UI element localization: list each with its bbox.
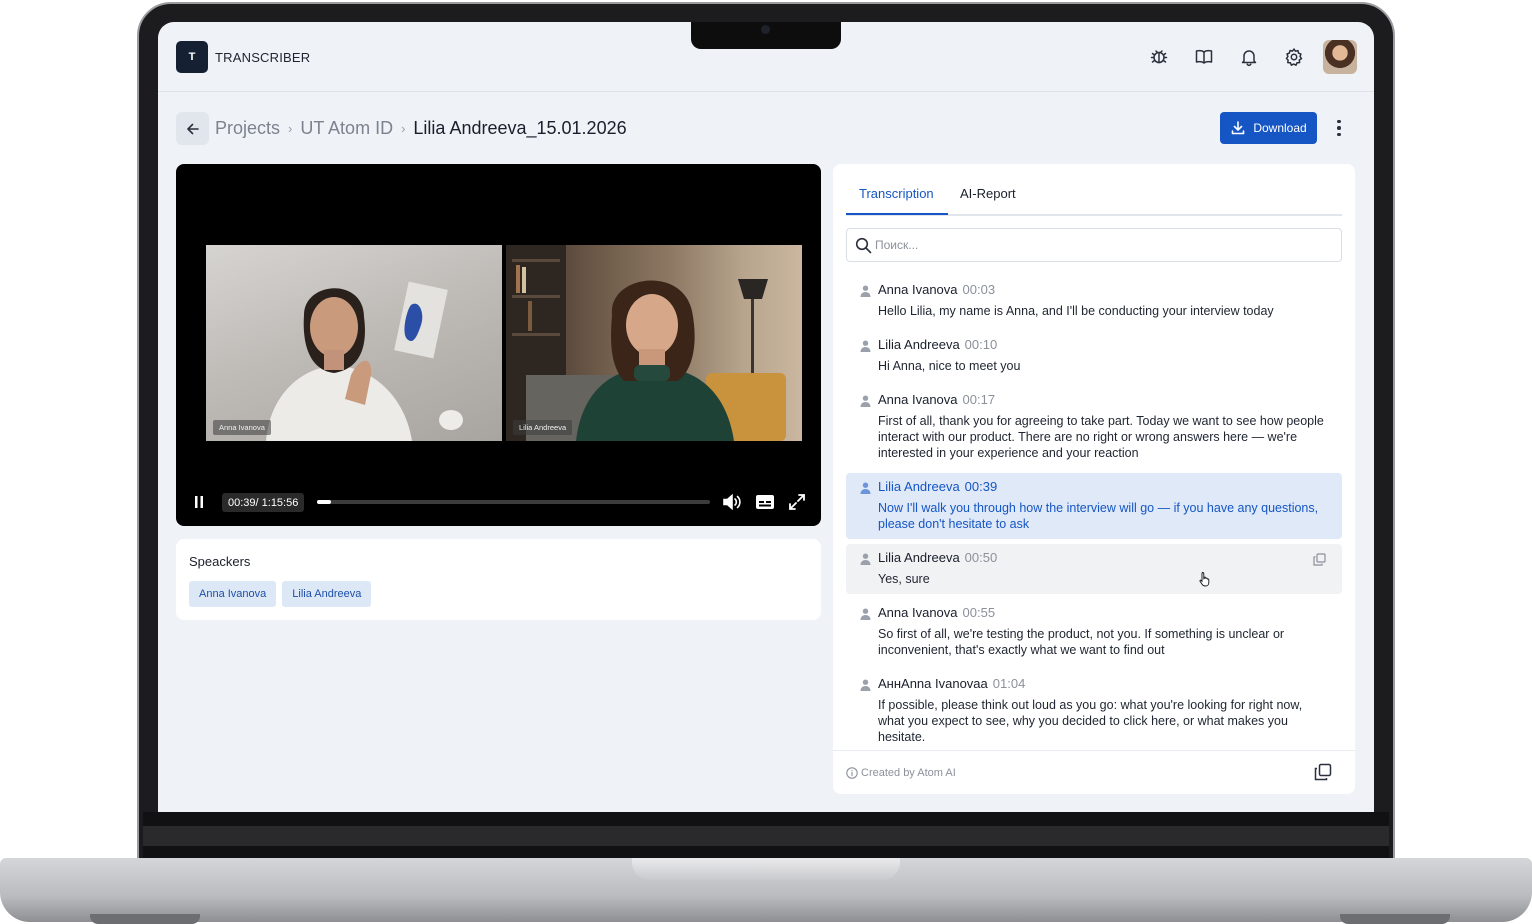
app-name: TRANSCRIBER [215,50,311,65]
panel-footer: Created by Atom AI [833,750,1355,794]
video-tile-lilia: Lilia Andreeva [506,245,802,441]
participant-image [506,245,786,441]
chevron-right-icon: › [401,121,406,136]
speakers-card: Speackers Anna Ivanova Lilia Andreeva [176,539,821,620]
fullscreen-icon[interactable] [786,491,808,513]
user-icon [860,553,871,565]
user-icon [860,679,871,691]
timestamp[interactable]: 00:39 [965,479,998,494]
download-button[interactable]: Download [1220,112,1317,144]
breadcrumb-projects[interactable]: Projects [215,118,280,139]
speaker-name: Lilia Andreeva [878,479,960,494]
utterance-text: Now I'll walk you through how the interv… [878,501,1319,531]
transcript-panel: Transcription AI-Report Anna Ivanova 00:0… [833,164,1355,794]
video-tile-anna: Anna Ivanova [206,245,502,441]
back-button[interactable] [176,112,209,145]
user-avatar[interactable] [1323,40,1357,74]
user-icon [860,285,871,297]
utterance-text: So first of all, we're testing the produ… [878,627,1285,657]
more-menu-icon[interactable] [1330,116,1348,140]
utterance-text: If possible, please think out loud as yo… [878,698,1303,744]
volume-icon[interactable] [721,491,743,513]
search-field [846,228,1342,262]
pause-icon[interactable] [190,492,208,512]
transcript-entry[interactable]: Anna Ivanova 00:03 Hello Lilia, my name i… [846,276,1342,326]
subtitles-icon[interactable] [754,491,776,513]
progress-bar[interactable] [317,500,710,504]
utterance-text: First of all, thank you for agreeing to … [878,414,1324,460]
participant-image [266,281,463,441]
participant-label: Anna Ivanova [213,420,271,435]
page-title: Lilia Andreeva_15.01.2026 [413,118,627,138]
transcript-list: Anna Ivanova 00:03 Hello Lilia, my name i… [846,276,1342,757]
user-icon [860,340,871,352]
transcript-entry[interactable]: Lilia Andreeva 00:10 Hi Anna, nice to mee… [846,331,1342,381]
video-player[interactable]: Anna Ivanova Lilia Andreeva 00:39/ 1:15:… [176,164,821,526]
download-icon [1232,121,1245,135]
speaker-name: Anna Ivanova [878,282,958,297]
speakers-title: Speackers [189,554,251,569]
speaker-name: Lilia Andreeva [878,337,960,352]
arrow-left-icon [186,123,199,134]
app-screen: T TRANSCRIBER Projects › UT Atom ID › Li… [158,22,1374,812]
search-input[interactable] [875,229,1335,261]
search-icon [855,237,872,254]
speaker-chip[interactable]: Lilia Andreeva [282,581,372,607]
utterance-text: Yes, sure [878,572,930,586]
speaker-name: Anna Ivanova [878,605,958,620]
bell-icon[interactable] [1238,46,1260,68]
timestamp[interactable]: 00:17 [963,392,996,407]
user-icon [860,395,871,407]
laptop-foot [1340,914,1450,924]
transcript-entry-active[interactable]: Lilia Andreeva 00:39 Now I'll walk you th… [846,473,1342,539]
hand-cursor-icon [1199,572,1210,587]
tab-bar: Transcription AI-Report [846,164,1342,216]
speaker-chips: Anna Ivanova Lilia Andreeva [189,581,372,607]
copy-all-icon[interactable] [1313,762,1333,782]
transcript-entry[interactable]: Anna Ivanova 00:17 First of all, thank yo… [846,386,1342,468]
breadcrumb: Projects › UT Atom ID › Lilia Andreeva_1… [215,118,627,139]
credit-text: Created by Atom AI [861,767,956,779]
utterance-text: Hello Lilia, my name is Anna, and I'll b… [878,304,1274,318]
progress-fill [317,500,331,504]
user-icon [860,608,871,620]
speaker-chip[interactable]: Anna Ivanova [189,581,277,607]
transcript-entry[interactable]: Anna Ivanova 00:55 So first of all, we're… [846,599,1342,665]
copy-icon[interactable] [1313,553,1326,566]
laptop-foot [90,914,200,924]
transcript-entry[interactable]: АннAnna Ivanovaa 01:04 If possible, pleas… [846,670,1342,752]
laptop-base-notch [632,858,900,880]
speaker-name: АннAnna Ivanovaa [878,676,988,691]
app-logo[interactable]: T [176,41,208,73]
timestamp[interactable]: 00:03 [963,282,996,297]
playback-time: 00:39/ 1:15:56 [222,493,305,512]
video-controls: 00:39/ 1:15:56 [176,484,821,520]
camera-notch [691,22,841,49]
bug-icon[interactable] [1148,46,1170,68]
participant-label: Lilia Andreeva [513,420,573,435]
breadcrumb-project[interactable]: UT Atom ID [300,118,393,139]
download-label: Download [1253,121,1307,135]
speaker-name: Anna Ivanova [878,392,958,407]
tab-ai-report[interactable]: AI-Report [960,186,1016,201]
timestamp[interactable]: 00:10 [965,337,998,352]
book-icon[interactable] [1193,46,1215,68]
laptop-bezel [143,812,1389,864]
info-icon [846,767,858,779]
chevron-right-icon: › [288,121,293,136]
user-icon [860,482,871,494]
timestamp[interactable]: 00:55 [963,605,996,620]
active-tab-indicator [846,213,948,215]
tab-transcription[interactable]: Transcription [859,186,934,201]
speaker-name: Lilia Andreeva [878,550,960,565]
timestamp[interactable]: 00:50 [965,550,998,565]
transcript-entry-hovered[interactable]: Lilia Andreeva 00:50 Yes, sure [846,544,1342,594]
utterance-text: Hi Anna, nice to meet you [878,359,1021,373]
gear-icon[interactable] [1283,46,1305,68]
timestamp[interactable]: 01:04 [993,676,1026,691]
